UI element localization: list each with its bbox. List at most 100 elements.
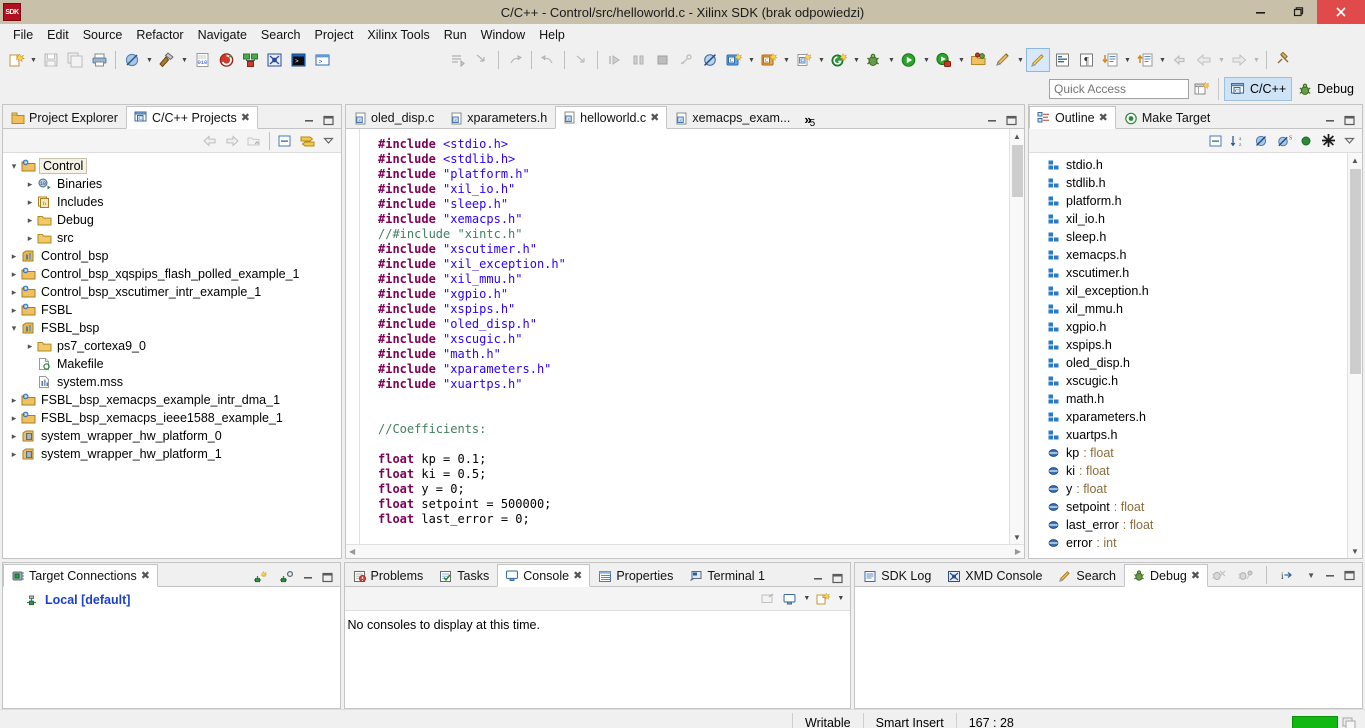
open-perspective-icon[interactable] <box>1189 77 1213 101</box>
pin-editor-icon[interactable] <box>1271 48 1295 72</box>
menu-item-help[interactable]: Help <box>532 26 572 44</box>
view-menu-icon[interactable] <box>319 134 341 147</box>
outline-item[interactable]: xscugic.h <box>1029 372 1347 390</box>
outline-item[interactable]: xemacps.h <box>1029 246 1347 264</box>
generate-linker-script-icon[interactable]: 010 <box>190 48 214 72</box>
sdk-terminal-icon[interactable]: > <box>286 48 310 72</box>
menu-item-window[interactable]: Window <box>474 26 532 44</box>
editor-body[interactable]: #include <stdio.h> #include <stdlib.h> #in… <box>346 129 1024 558</box>
build-hammer-icon[interactable] <box>155 48 179 72</box>
new-c-file-icon[interactable]: C <box>792 48 816 72</box>
tree-item[interactable]: ▸ system_wrapper_hw_platform_1 <box>3 445 341 463</box>
outline-item[interactable]: xscutimer.h <box>1029 264 1347 282</box>
progress-indicator[interactable] <box>1292 716 1338 728</box>
twisty-collapsed-icon[interactable]: ▸ <box>7 449 21 460</box>
collapse-all-members-icon[interactable] <box>1098 48 1122 72</box>
twisty-collapsed-icon[interactable]: ▸ <box>7 413 21 424</box>
tab-close-icon[interactable]: ✖ <box>141 569 150 582</box>
tab-target-connections[interactable]: Target Connections ✖ <box>3 564 158 587</box>
minimize-outline-icon[interactable] <box>1324 115 1337 126</box>
twisty-collapsed-icon[interactable]: ▸ <box>7 251 21 262</box>
tab-close-icon[interactable]: ✖ <box>241 111 250 124</box>
new-c-project-dropdown-arrow[interactable]: ▼ <box>746 48 757 72</box>
display-selected-console-icon[interactable] <box>780 592 800 606</box>
tab-close-icon[interactable]: ✖ <box>1191 569 1200 582</box>
tree-item[interactable]: ▸ C FSBL_bsp_xemacps_example_intr_dma_1 <box>3 391 341 409</box>
twisty-collapsed-icon[interactable]: ▸ <box>23 233 37 244</box>
edit-connection-icon[interactable] <box>276 570 296 584</box>
menu-item-file[interactable]: File <box>6 26 40 44</box>
run-external-tools-icon[interactable] <box>932 48 956 72</box>
outline-item[interactable]: xparameters.h <box>1029 408 1347 426</box>
twisty-expanded-icon[interactable]: ▾ <box>7 161 21 172</box>
twisty-collapsed-icon[interactable]: ▸ <box>7 431 21 442</box>
program-fpga-icon[interactable] <box>214 48 238 72</box>
tree-item[interactable]: ▸ src <box>3 229 341 247</box>
outline-item[interactable]: xil_mmu.h <box>1029 300 1347 318</box>
maximize-view-icon[interactable] <box>322 115 335 126</box>
new-console-dropdown-arrow[interactable]: ▼ <box>834 595 850 602</box>
tab-cpp-projects[interactable]: C C/C++ Projects ✖ <box>125 106 258 129</box>
menu-item-xilinx-tools[interactable]: Xilinx Tools <box>360 26 436 44</box>
minimize-editor-icon[interactable] <box>986 115 999 126</box>
filters-icon[interactable] <box>1317 133 1340 148</box>
new-icon[interactable] <box>4 48 28 72</box>
outline-vertical-scrollbar[interactable]: ▲ ▼ <box>1347 153 1362 558</box>
scroll-up-arrow-icon[interactable]: ▲ <box>1351 153 1359 167</box>
new-connection-icon[interactable] <box>250 570 270 584</box>
xmd-console-icon[interactable] <box>262 48 286 72</box>
tree-item[interactable]: Makefile <box>3 355 341 373</box>
sort-icon[interactable]: az <box>1227 134 1250 148</box>
perspective-debug-button[interactable]: Debug <box>1292 77 1359 101</box>
tab-outline[interactable]: Outline ✖ <box>1029 106 1116 129</box>
breakpoint-dropdown-arrow[interactable]: ▼ <box>144 48 155 72</box>
twisty-collapsed-icon[interactable]: ▸ <box>7 287 21 298</box>
maximize-restore-button[interactable] <box>1279 0 1317 24</box>
tab-helloworld-c[interactable]: .c helloworld.c ✖ <box>555 106 668 129</box>
tree-item[interactable]: ▸ system_wrapper_hw_platform_0 <box>3 427 341 445</box>
outline-item[interactable]: oled_disp.h <box>1029 354 1347 372</box>
new-c-file-dropdown-arrow[interactable]: ▼ <box>816 48 827 72</box>
hide-fields-icon[interactable] <box>1250 134 1273 148</box>
show-whitespace-block-icon[interactable] <box>1050 48 1074 72</box>
maximize-outline-icon[interactable] <box>1343 115 1356 126</box>
background-operations-icon[interactable] <box>1342 716 1365 728</box>
collapse-members-dropdown-arrow[interactable]: ▼ <box>1122 48 1133 72</box>
hide-non-public-icon[interactable] <box>1296 134 1317 148</box>
menu-item-project[interactable]: Project <box>308 26 361 44</box>
outline-item[interactable]: xil_io.h <box>1029 210 1347 228</box>
minimize-view-icon[interactable] <box>812 573 825 584</box>
collapse-all-icon[interactable] <box>1205 134 1227 148</box>
tab-make-target[interactable]: Make Target <box>1116 106 1219 129</box>
outline-item[interactable]: error: int <box>1029 534 1347 552</box>
outline-item[interactable]: math.h <box>1029 390 1347 408</box>
outline-item[interactable]: xgpio.h <box>1029 318 1347 336</box>
new-c-project-icon[interactable]: C <box>722 48 746 72</box>
twisty-collapsed-icon[interactable]: ▸ <box>7 305 21 316</box>
hide-static-members-icon[interactable]: S <box>1273 134 1296 148</box>
skip-all-breakpoints-icon[interactable] <box>698 48 722 72</box>
tree-item[interactable]: ▸ ps7_cortexa9_0 <box>3 337 341 355</box>
expand-members-dropdown-arrow[interactable]: ▼ <box>1157 48 1168 72</box>
tab-tasks[interactable]: Tasks <box>431 564 497 587</box>
build-configurations-dropdown-arrow[interactable]: ▼ <box>851 48 862 72</box>
tree-item[interactable]: ▸ C Control_bsp_xscutimer_intr_example_1 <box>3 283 341 301</box>
outline-item[interactable]: kp: float <box>1029 444 1347 462</box>
debug-bug-icon[interactable] <box>862 48 886 72</box>
tab-terminal-1[interactable]: Terminal 1 <box>681 564 773 587</box>
run-icon[interactable] <box>897 48 921 72</box>
close-button[interactable] <box>1317 0 1365 24</box>
scroll-right-arrow-icon[interactable]: ▶ <box>1015 547 1021 556</box>
print-icon[interactable] <box>87 48 111 72</box>
toggle-breakpoint-icon[interactable] <box>120 48 144 72</box>
tab-xparameters-h[interactable]: .c xparameters.h <box>442 106 555 129</box>
create-boot-image-icon[interactable] <box>238 48 262 72</box>
new-dropdown-arrow[interactable]: ▼ <box>28 48 39 72</box>
search-pen-icon[interactable] <box>991 48 1015 72</box>
perspective-cpp-button[interactable]: C C/C++ <box>1224 77 1293 101</box>
scrollbar-thumb[interactable] <box>1011 145 1023 197</box>
tab-properties[interactable]: Properties <box>590 564 681 587</box>
debug-body[interactable] <box>855 587 1362 708</box>
tab-xemacps-example[interactable]: .c xemacps_exam... <box>667 106 798 129</box>
menu-item-navigate[interactable]: Navigate <box>191 26 254 44</box>
